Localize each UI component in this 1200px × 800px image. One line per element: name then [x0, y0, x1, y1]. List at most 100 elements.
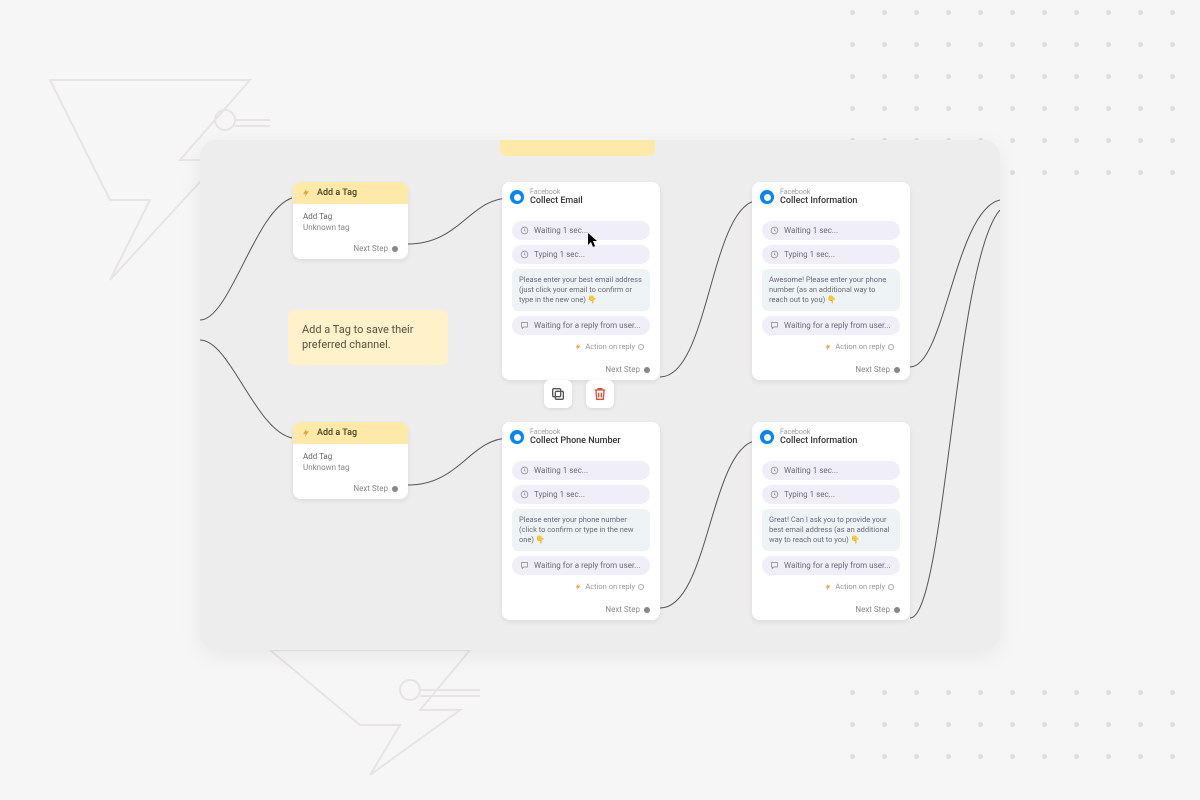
note-card: Add a Tag to save their preferred channe…: [288, 310, 448, 365]
waiting-pill[interactable]: Waiting 1 sec...: [512, 221, 650, 240]
clock-icon: [770, 226, 779, 235]
port-icon: [888, 344, 894, 350]
pill-text: Waiting 1 sec...: [784, 226, 838, 235]
port-icon: [644, 367, 650, 373]
node-collect-phone[interactable]: Facebook Collect Phone Number Waiting 1 …: [502, 422, 660, 620]
next-step-port[interactable]: Next Step: [752, 601, 910, 620]
clock-icon: [520, 250, 529, 259]
bolt-icon: [574, 583, 582, 591]
clock-icon: [520, 226, 529, 235]
messenger-icon: [510, 430, 524, 444]
next-step-port[interactable]: Next Step: [293, 480, 408, 499]
pill-text: Waiting 1 sec...: [534, 226, 588, 235]
trash-icon: [592, 386, 608, 402]
node-title: Collect Information: [780, 196, 857, 206]
pill-text: Waiting for a reply from user...: [784, 561, 891, 570]
tag-label: Add Tag: [303, 452, 398, 461]
typing-pill[interactable]: Typing 1 sec...: [762, 245, 900, 264]
typing-pill[interactable]: Typing 1 sec...: [762, 485, 900, 504]
action-on-reply-port[interactable]: Action on reply: [758, 580, 904, 593]
node-header: Facebook Collect Phone Number: [502, 422, 660, 452]
port-icon: [894, 367, 900, 373]
next-step-port[interactable]: Next Step: [293, 240, 408, 259]
messenger-icon: [760, 430, 774, 444]
port-icon: [644, 607, 650, 613]
tag-value: Unknown tag: [303, 463, 398, 472]
action-label: Action on reply: [585, 342, 635, 351]
chat-icon: [520, 561, 529, 570]
node-collect-email[interactable]: Facebook Collect Email Waiting 1 sec... …: [502, 182, 660, 380]
node-title: Collect Phone Number: [530, 436, 621, 446]
messenger-icon: [510, 190, 524, 204]
next-step-label: Next Step: [605, 365, 640, 374]
typing-pill[interactable]: Typing 1 sec...: [512, 245, 650, 264]
tag-value: Unknown tag: [303, 223, 398, 232]
clock-icon: [520, 490, 529, 499]
node-add-tag-1[interactable]: Add a Tag Add Tag Unknown tag Next Step: [293, 182, 408, 259]
message-text[interactable]: Please enter your phone number (click to…: [512, 509, 650, 551]
chat-icon: [520, 321, 529, 330]
node-collect-info-1[interactable]: Facebook Collect Information Waiting 1 s…: [752, 182, 910, 380]
waiting-reply-pill[interactable]: Waiting for a reply from user...: [512, 556, 650, 575]
next-step-port[interactable]: Next Step: [502, 361, 660, 380]
node-toolbar: [544, 380, 614, 408]
flow-canvas[interactable]: Add a Tag to save their preferred channe…: [200, 140, 1000, 650]
port-icon: [392, 246, 398, 252]
bolt-icon: [301, 188, 311, 198]
next-step-port[interactable]: Next Step: [502, 601, 660, 620]
pill-text: Typing 1 sec...: [534, 250, 585, 259]
node-header: Add a Tag: [293, 422, 408, 444]
message-text[interactable]: Great! Can I ask you to provide your bes…: [762, 509, 900, 551]
node-title: Collect Information: [780, 436, 857, 446]
pill-text: Waiting for a reply from user...: [534, 321, 641, 330]
copy-icon: [550, 386, 566, 402]
port-icon: [638, 584, 644, 590]
waiting-pill[interactable]: Waiting 1 sec...: [512, 461, 650, 480]
action-on-reply-port[interactable]: Action on reply: [508, 340, 654, 353]
waiting-reply-pill[interactable]: Waiting for a reply from user...: [512, 316, 650, 335]
port-icon: [894, 607, 900, 613]
action-on-reply-port[interactable]: Action on reply: [758, 340, 904, 353]
platform-label: Facebook: [780, 188, 857, 196]
action-on-reply-port[interactable]: Action on reply: [508, 580, 654, 593]
note-text: Add a Tag to save their preferred channe…: [302, 323, 413, 351]
clock-icon: [770, 490, 779, 499]
waiting-pill[interactable]: Waiting 1 sec...: [762, 221, 900, 240]
clock-icon: [770, 466, 779, 475]
platform-label: Facebook: [530, 428, 621, 436]
message-text[interactable]: Awesome! Please enter your phone number …: [762, 269, 900, 311]
message-text[interactable]: Please enter your best email address (ju…: [512, 269, 650, 311]
clock-icon: [770, 250, 779, 259]
node-header: Facebook Collect Information: [752, 422, 910, 452]
waiting-reply-pill[interactable]: Waiting for a reply from user...: [762, 556, 900, 575]
next-step-port[interactable]: Next Step: [752, 361, 910, 380]
node-title: Add a Tag: [317, 188, 357, 198]
bolt-icon: [301, 428, 311, 438]
bg-dots-bottom: [840, 690, 1200, 780]
delete-button[interactable]: [586, 380, 614, 408]
tag-body: Add Tag Unknown tag: [293, 204, 408, 240]
node-collect-info-2[interactable]: Facebook Collect Information Waiting 1 s…: [752, 422, 910, 620]
pill-text: Waiting for a reply from user...: [534, 561, 641, 570]
duplicate-button[interactable]: [544, 380, 572, 408]
port-icon: [888, 584, 894, 590]
waiting-pill[interactable]: Waiting 1 sec...: [762, 461, 900, 480]
node-add-tag-2[interactable]: Add a Tag Add Tag Unknown tag Next Step: [293, 422, 408, 499]
node-header: Facebook Collect Email: [502, 182, 660, 212]
platform-label: Facebook: [780, 428, 857, 436]
chat-icon: [770, 321, 779, 330]
pill-text: Typing 1 sec...: [534, 490, 585, 499]
bolt-icon: [824, 583, 832, 591]
next-step-label: Next Step: [353, 244, 388, 253]
pill-text: Typing 1 sec...: [784, 250, 835, 259]
node-header: Add a Tag: [293, 182, 408, 204]
pill-text: Waiting for a reply from user...: [784, 321, 891, 330]
port-icon: [638, 344, 644, 350]
action-label: Action on reply: [835, 582, 885, 591]
next-step-label: Next Step: [353, 484, 388, 493]
waiting-reply-pill[interactable]: Waiting for a reply from user...: [762, 316, 900, 335]
messenger-icon: [760, 190, 774, 204]
pill-text: Typing 1 sec...: [784, 490, 835, 499]
action-label: Action on reply: [835, 342, 885, 351]
typing-pill[interactable]: Typing 1 sec...: [512, 485, 650, 504]
